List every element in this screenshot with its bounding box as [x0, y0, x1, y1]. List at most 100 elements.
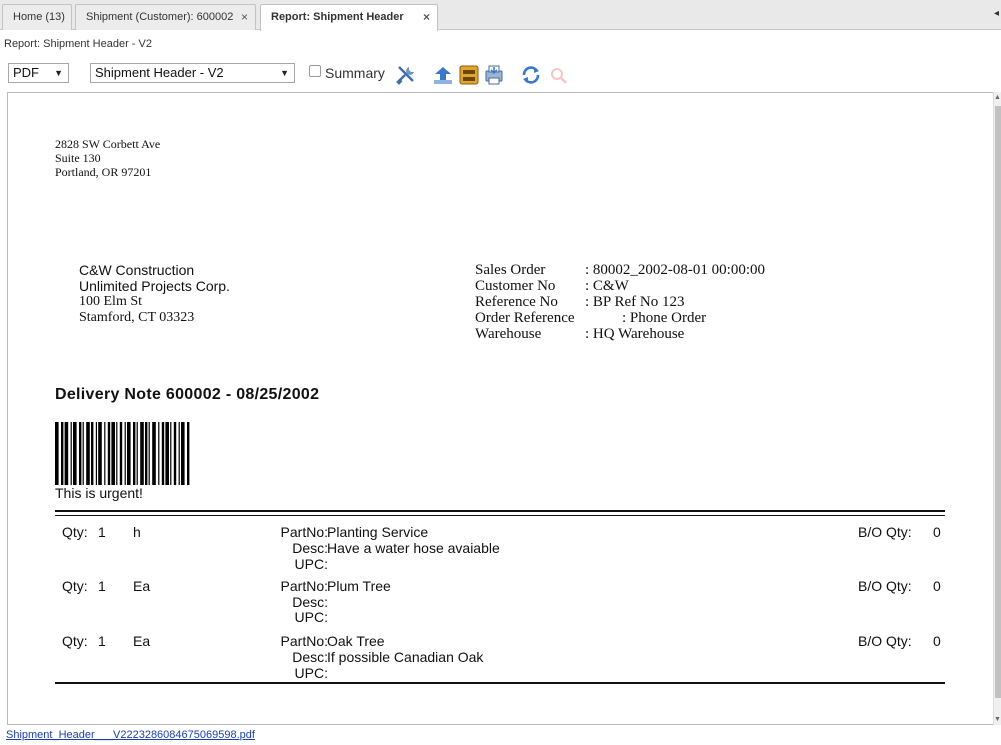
barcode-bar [178, 422, 180, 485]
report-select-value: Shipment Header - V2 [95, 65, 224, 80]
barcode-bar [119, 422, 123, 485]
barcode-bar [73, 422, 77, 485]
info-key: Sales Order [475, 262, 546, 278]
barcode-bar [127, 422, 131, 485]
address-line: Portland, OR 97201 [55, 165, 152, 179]
company-address: 2828 SW Corbett Ave Suite 130 Portland, … [55, 137, 160, 179]
table-top-rule [55, 510, 945, 512]
bo-qty-value: 0 [933, 524, 941, 540]
table-top-rule-thin [55, 515, 945, 516]
refresh-icon[interactable] [520, 64, 542, 86]
chevron-down-icon: ▼ [54, 68, 63, 78]
barcode-bar [136, 422, 138, 485]
table-row: Qty: 1 Ea PartNo: Oak Tree Desc: If poss… [55, 633, 945, 683]
close-icon[interactable]: × [241, 5, 248, 29]
barcode-bar [95, 422, 97, 485]
print-icon[interactable] [483, 64, 505, 86]
desc-label: Desc: [292, 594, 328, 610]
page-title: Report: Shipment Header - V2 [4, 38, 152, 50]
report-select[interactable]: Shipment Header - V2 ▼ [90, 63, 295, 83]
uom-value: Ea [133, 578, 151, 594]
customize-icon[interactable] [395, 64, 417, 86]
scrollbar-thumb[interactable] [995, 106, 1001, 698]
tab-bar: Home (13) Shipment (Customer): 600002 × … [0, 0, 1001, 31]
info-value: : HQ Warehouse [585, 326, 685, 342]
bo-qty-value: 0 [933, 578, 941, 594]
barcode-bar [181, 422, 185, 485]
bo-qty-label: B/O Qty: [858, 524, 912, 540]
zoom-icon[interactable] [547, 64, 569, 86]
barcode-bar [158, 422, 160, 485]
ship-to-name: C&W Construction [79, 262, 195, 278]
barcode-bar [91, 422, 94, 485]
format-select-value: PDF [13, 65, 39, 80]
tab-home-label: Home (13) [13, 11, 65, 23]
tab-scroll-icon[interactable]: ◂ [994, 8, 999, 19]
qty-value: 1 [98, 633, 106, 649]
address-line: Suite 130 [55, 151, 101, 165]
upc-label: UPC: [294, 665, 328, 681]
partno-value: Plum Tree [327, 578, 391, 594]
close-icon[interactable]: × [423, 5, 430, 29]
scroll-down-icon[interactable]: ▼ [994, 716, 1001, 723]
barcode-bar [187, 422, 190, 485]
barcode-bar [133, 422, 136, 485]
ship-to-company: Unlimited Projects Corp. [79, 278, 230, 294]
summary-checkbox[interactable] [309, 65, 321, 77]
barcode-bar [140, 422, 144, 485]
tab-home[interactable]: Home (13) [2, 4, 72, 30]
ship-to-street: 100 Elm St [79, 294, 143, 309]
partno-label: PartNo: [280, 578, 328, 594]
pdf-download-link[interactable]: Shipment_Header___V2223286084675069598.p… [6, 729, 255, 741]
desc-label: Desc: [292, 540, 328, 556]
archive-icon[interactable] [458, 64, 480, 86]
qty-label: Qty: [62, 578, 88, 594]
desc-label: Desc: [292, 649, 328, 665]
chevron-down-icon: ▼ [280, 68, 289, 78]
barcode-bar [148, 422, 150, 485]
desc-value: Have a water hose avaiable [327, 540, 500, 556]
barcode-bar [145, 422, 148, 485]
barcode-bar [152, 422, 156, 485]
export-icon[interactable] [432, 64, 454, 86]
tab-shipment-label: Shipment (Customer): 600002 [86, 11, 234, 23]
info-key: Customer No [475, 278, 556, 294]
format-select[interactable]: PDF ▼ [8, 63, 69, 83]
delivery-note-heading: Delivery Note 600002 - 08/25/2002 [55, 386, 320, 403]
barcode-bar [79, 422, 82, 485]
barcode-bar [86, 422, 90, 485]
barcode-bar [61, 422, 64, 485]
barcode-bar [116, 422, 118, 485]
info-value: : C&W [585, 278, 629, 294]
tab-shipment[interactable]: Shipment (Customer): 600002 × [75, 4, 256, 30]
uom-value: h [133, 524, 141, 540]
ship-to-city: Stamford, CT 03323 [79, 310, 195, 325]
partno-label: PartNo: [280, 633, 328, 649]
barcode-bar [111, 422, 115, 485]
summary-label: Summary [325, 65, 385, 81]
partno-value: Oak Tree [327, 633, 385, 649]
info-key: Order Reference [475, 310, 575, 326]
qty-label: Qty: [62, 524, 88, 540]
tab-report[interactable]: Report: Shipment Header × [260, 4, 438, 31]
ship-to-address: C&W Construction Unlimited Projects Corp… [79, 262, 230, 326]
scroll-up-icon[interactable]: ▲ [994, 94, 1001, 101]
info-value: : BP Ref No 123 [585, 294, 685, 310]
delivery-note-text: This is urgent! [55, 485, 143, 501]
report-scrollbar[interactable]: ▲ ▼ [993, 92, 1001, 725]
table-row: Qty: 1 Ea PartNo: Plum Tree Desc: UPC: B… [55, 578, 945, 628]
qty-label: Qty: [62, 633, 88, 649]
barcode [55, 422, 190, 485]
barcode-bar [124, 422, 126, 485]
barcode-bar [104, 422, 106, 485]
address-line: 2828 SW Corbett Ave [55, 137, 161, 151]
partno-value: Planting Service [327, 524, 429, 540]
bo-qty-label: B/O Qty: [858, 578, 912, 594]
barcode-bar [170, 422, 172, 485]
bo-qty-label: B/O Qty: [858, 633, 912, 649]
info-key: Reference No [475, 294, 558, 310]
barcode-bar [64, 422, 69, 485]
bo-qty-value: 0 [933, 633, 941, 649]
qty-value: 1 [98, 578, 106, 594]
barcode-bar [82, 422, 84, 485]
